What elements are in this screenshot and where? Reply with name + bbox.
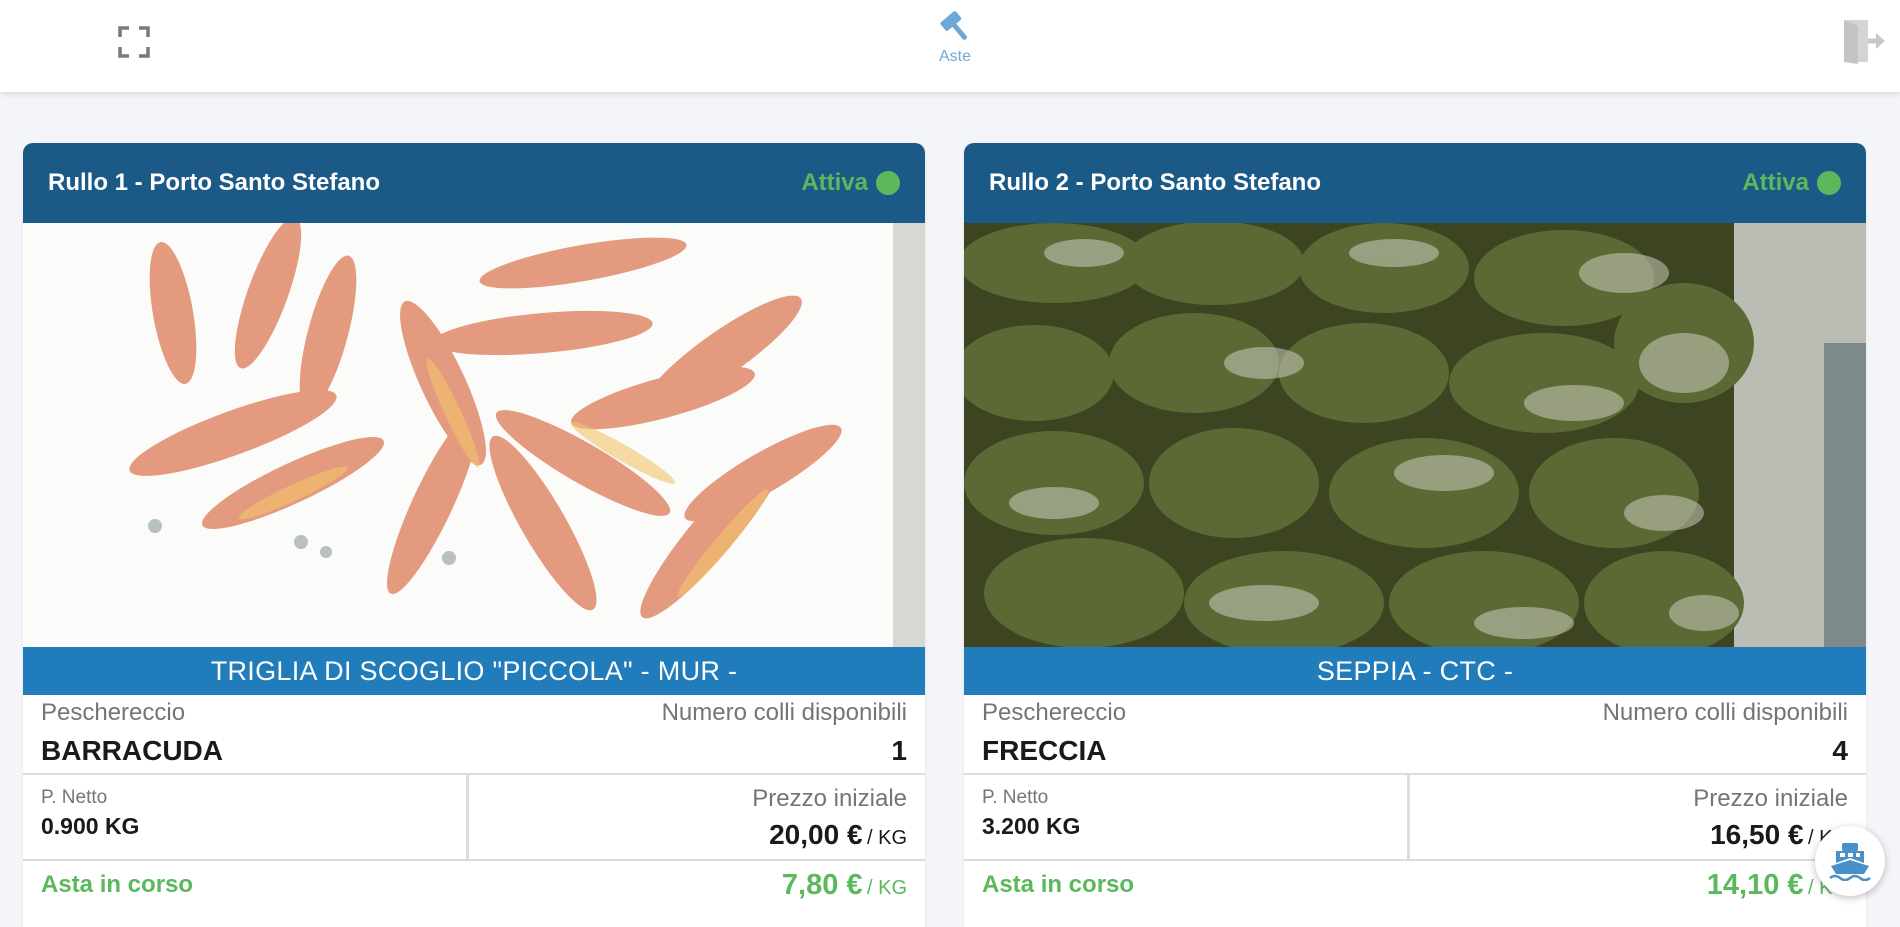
auction-row: Asta in corso 7,80 € / KG: [23, 861, 925, 921]
net-weight-value: 0.900 KG: [41, 813, 140, 839]
product-photo: [23, 223, 925, 647]
net-weight-value: 3.200 KG: [982, 813, 1081, 839]
start-price-label: Prezzo iniziale: [1693, 785, 1848, 812]
nav-tab-aste[interactable]: Aste: [930, 8, 980, 74]
boat-label: Peschereccio: [41, 699, 186, 726]
nav-tab-aste-label: Aste: [938, 48, 971, 65]
boat-row: Peschereccio Numero colli disponibili FR…: [964, 695, 1866, 775]
price-row: P. Netto 3.200 KG Prezzo iniziale 16,50 …: [964, 775, 1866, 861]
product-name: TRIGLIA DI SCOGLIO "PICCOLA" - MUR -: [23, 647, 925, 695]
price-row: P. Netto 0.900 KG Prezzo iniziale 20,00 …: [23, 775, 925, 861]
current-price-unit: / KG: [866, 877, 907, 899]
packages-count: 1: [891, 735, 907, 766]
status-dot-icon: [1817, 171, 1841, 195]
current-price-value: 7,80 €: [781, 869, 863, 901]
status-badge: Attiva: [1742, 169, 1841, 197]
start-price-value: 20,00 €: [769, 819, 863, 850]
card-header: Rullo 1 - Porto Santo Stefano Attiva: [23, 143, 925, 223]
fullscreen-icon[interactable]: [118, 26, 150, 58]
gavel-icon: [940, 11, 968, 40]
net-weight-label: P. Netto: [982, 787, 1049, 808]
logout-icon[interactable]: [1842, 18, 1886, 64]
status-badge: Attiva: [801, 169, 900, 197]
ship-icon: [1829, 843, 1871, 881]
packages-count: 4: [1832, 735, 1848, 766]
auction-card-2[interactable]: Rullo 2 - Porto Santo Stefano Attiva SEP…: [964, 143, 1866, 927]
status-label: Attiva: [1742, 169, 1809, 196]
status-label: Attiva: [801, 169, 868, 196]
auction-status-label: Asta in corso: [982, 871, 1135, 898]
boat-label: Peschereccio: [982, 699, 1127, 726]
card-header: Rullo 2 - Porto Santo Stefano Attiva: [964, 143, 1866, 223]
status-dot-icon: [876, 171, 900, 195]
auction-card-1[interactable]: Rullo 1 - Porto Santo Stefano Attiva TRI…: [23, 143, 925, 927]
auction-status-label: Asta in corso: [41, 871, 194, 898]
card-title: Rullo 1 - Porto Santo Stefano: [48, 169, 381, 196]
start-price-value: 16,50 €: [1710, 819, 1804, 850]
card-title: Rullo 2 - Porto Santo Stefano: [989, 169, 1322, 196]
auction-row: Asta in corso 14,10 € / KG: [964, 861, 1866, 921]
ship-button[interactable]: [1815, 826, 1885, 896]
product-name: SEPPIA - CTC -: [964, 647, 1866, 695]
top-bar: Aste: [0, 0, 1900, 92]
packages-label: Numero colli disponibili: [1602, 699, 1848, 726]
boat-row: Peschereccio Numero colli disponibili BA…: [23, 695, 925, 775]
start-price-unit: / KG: [866, 827, 907, 849]
packages-label: Numero colli disponibili: [661, 699, 907, 726]
current-price-value: 14,10 €: [1706, 869, 1804, 901]
net-weight-label: P. Netto: [41, 787, 108, 808]
product-photo: [964, 223, 1866, 647]
boat-name: BARRACUDA: [41, 735, 223, 766]
start-price-label: Prezzo iniziale: [752, 785, 907, 812]
boat-name: FRECCIA: [982, 735, 1107, 766]
